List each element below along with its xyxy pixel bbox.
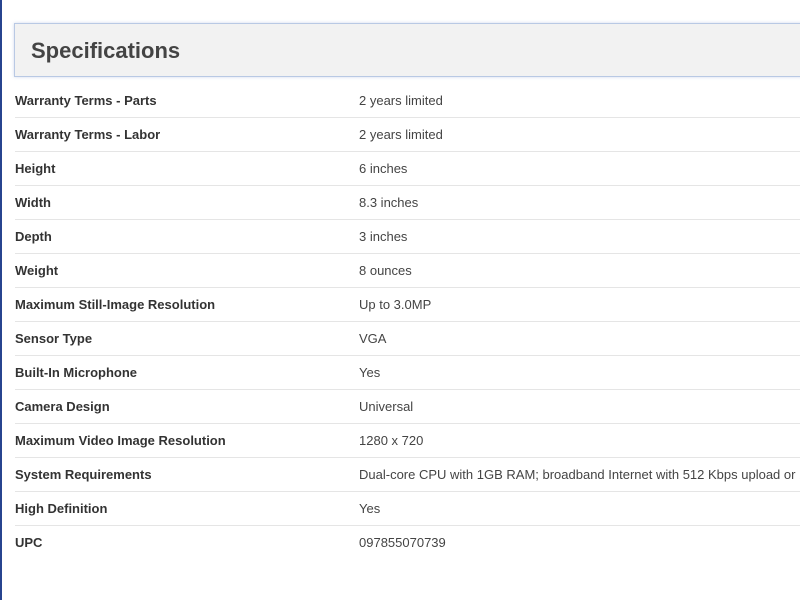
spec-value: 3 inches (359, 229, 408, 244)
spec-value: VGA (359, 331, 387, 346)
spec-value: 8.3 inches (359, 195, 419, 210)
spec-label: Camera Design (15, 399, 110, 414)
spec-row-depth: Depth 3 inches (15, 220, 800, 254)
spec-label: UPC (15, 535, 43, 550)
spec-row-still-resolution: Maximum Still-Image Resolution Up to 3.0… (15, 288, 800, 322)
spec-row-warranty-labor: Warranty Terms - Labor 2 years limited (15, 118, 800, 152)
spec-row-system-requirements: System Requirements Dual-core CPU with 1… (15, 458, 800, 492)
spec-value: Up to 3.0MP (359, 297, 432, 312)
spec-row-weight: Weight 8 ounces (15, 254, 800, 288)
spec-value: 097855070739 (359, 535, 446, 550)
spec-label: Built-In Microphone (15, 365, 138, 380)
spec-label: Sensor Type (15, 331, 93, 346)
spec-row-camera-design: Camera Design Universal (15, 390, 800, 424)
spec-value: Universal (359, 399, 414, 414)
spec-label: Warranty Terms - Parts (15, 93, 157, 108)
spec-value: 6 inches (359, 161, 408, 176)
spec-row-sensor-type: Sensor Type VGA (15, 322, 800, 356)
spec-row-width: Width 8.3 inches (15, 186, 800, 220)
spec-label: Warranty Terms - Labor (15, 127, 161, 142)
spec-value: 2 years limited (359, 127, 443, 142)
specifications-panel: Specifications Warranty Terms - Parts 2 … (14, 0, 800, 600)
left-border (0, 0, 2, 600)
spec-row-high-definition: High Definition Yes (15, 492, 800, 526)
spec-label: Height (15, 161, 56, 176)
spec-label: Weight (15, 263, 59, 278)
spec-row-video-resolution: Maximum Video Image Resolution 1280 x 72… (15, 424, 800, 458)
specifications-header[interactable]: Specifications (14, 23, 800, 77)
spec-label: System Requirements (15, 467, 152, 482)
spec-row-upc: UPC 097855070739 (15, 526, 800, 560)
spec-label: Width (15, 195, 51, 210)
spec-label: High Definition (15, 501, 108, 516)
spec-value: Yes (359, 365, 381, 380)
specifications-table: Warranty Terms - Parts 2 years limited W… (15, 84, 800, 560)
spec-value: 2 years limited (359, 93, 443, 108)
spec-label: Depth (15, 229, 52, 244)
spec-value: Dual-core CPU with 1GB RAM; broadband In… (359, 467, 800, 482)
specifications-title: Specifications (31, 38, 181, 63)
page: Specifications Warranty Terms - Parts 2 … (0, 0, 800, 600)
spec-value: Yes (359, 501, 381, 516)
spec-row-microphone: Built-In Microphone Yes (15, 356, 800, 390)
spec-label: Maximum Still-Image Resolution (15, 297, 216, 312)
spec-label: Maximum Video Image Resolution (15, 433, 226, 448)
spec-value: 1280 x 720 (359, 433, 424, 448)
spec-row-height: Height 6 inches (15, 152, 800, 186)
spec-value: 8 ounces (359, 263, 412, 278)
spec-row-warranty-parts: Warranty Terms - Parts 2 years limited (15, 84, 800, 118)
